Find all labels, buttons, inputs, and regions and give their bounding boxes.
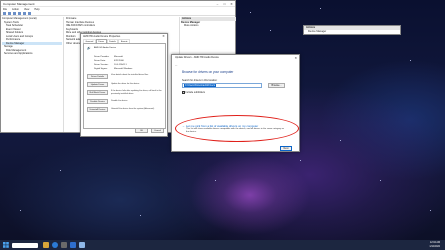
- field-label: Driver Version:: [94, 64, 109, 66]
- button-desc: If the device fails after updating the d…: [111, 90, 162, 95]
- include-subfolders-checkbox[interactable]: ✓ Include subfolders: [182, 91, 205, 94]
- cm-title: Computer Management: [3, 1, 35, 6]
- update-driver-button[interactable]: Update Driver: [87, 82, 108, 87]
- close-icon[interactable]: ✕: [160, 34, 167, 39]
- close-icon[interactable]: ✕: [294, 55, 297, 61]
- mini-item-device-manager[interactable]: Device Manager: [304, 30, 400, 34]
- menu-action[interactable]: Action: [12, 8, 19, 11]
- speaker-icon: 🔊: [87, 46, 91, 50]
- driver-tab-panel: 🔊 AMD HD Audio Device Driver Provider: M…: [83, 43, 166, 129]
- driver-path-value: C:\Users\Downloads\Drivers: [184, 84, 217, 87]
- button-desc: Disable the device.: [111, 100, 128, 102]
- ok-button[interactable]: OK: [135, 128, 148, 133]
- checkbox-checked-icon: ✓: [182, 91, 185, 95]
- properties-icon[interactable]: [18, 11, 21, 15]
- computer-management-taskbar-icon[interactable]: [79, 242, 85, 248]
- menu-file[interactable]: File: [3, 8, 7, 11]
- disable-device-button[interactable]: Disable Device: [87, 99, 108, 104]
- uninstall-device-button[interactable]: Uninstall Device: [87, 107, 108, 112]
- next-button[interactable]: Next: [280, 146, 292, 151]
- device-manager-actions-window: Actions Device Manager: [303, 25, 401, 35]
- button-desc: Update the driver for this device.: [111, 83, 140, 85]
- maximize-button[interactable]: □: [221, 1, 228, 7]
- field-label: Driver Provider:: [94, 56, 110, 58]
- up-icon[interactable]: [13, 11, 16, 15]
- start-icon[interactable]: [3, 242, 9, 248]
- device-properties-dialog: AMD HD Audio Device Properties ✕ General…: [80, 33, 168, 137]
- cancel-button[interactable]: Cancel: [151, 128, 164, 133]
- cm-toolbar: [1, 11, 235, 16]
- browse-button[interactable]: Browse...: [268, 83, 285, 88]
- actions-more[interactable]: More Actions: [181, 24, 236, 28]
- driver-details-button[interactable]: Driver Details: [87, 74, 108, 79]
- close-button[interactable]: ✕: [228, 1, 235, 7]
- system-clock[interactable]: 12:04 AM 1/12/2022: [412, 241, 440, 248]
- help-icon[interactable]: [23, 11, 26, 15]
- menu-view[interactable]: View: [24, 8, 29, 11]
- field-value: 6/21/2006: [114, 60, 124, 62]
- refresh-icon[interactable]: [28, 11, 31, 15]
- search-location-label: Search for drivers in this location:: [182, 79, 218, 82]
- dialog-heading: Browse for drivers on your computer: [182, 70, 234, 74]
- minimize-button[interactable]: –: [214, 1, 221, 7]
- cm-tree: Computer Management (Local) System Tools…: [2, 17, 62, 132]
- tree-item[interactable]: Services and Applications: [2, 52, 62, 56]
- field-value: 10.0.19041.1: [114, 64, 127, 66]
- field-label: Digital Signer:: [94, 68, 108, 70]
- include-subfolders-label: Include subfolders: [185, 91, 205, 94]
- field-label: Driver Date:: [94, 60, 106, 62]
- button-desc: View details about the installed driver …: [111, 74, 149, 76]
- forward-icon[interactable]: [8, 11, 11, 15]
- arrow-right-icon: →: [182, 124, 185, 128]
- update-title: Update Drivers - AMD HD Audio Device: [175, 56, 219, 59]
- pick-from-list-description: This list will show available drivers co…: [186, 128, 285, 133]
- roll-back-driver-button[interactable]: Roll Back Driver: [87, 90, 108, 95]
- file-explorer-icon[interactable]: [43, 242, 49, 248]
- field-value: Microsoft Windows: [114, 68, 133, 70]
- menu-help[interactable]: Help: [34, 8, 39, 11]
- device-name: AMD HD Audio Device: [94, 47, 117, 49]
- field-value: Microsoft: [114, 56, 123, 58]
- clock-date: 1/12/2022: [429, 244, 440, 248]
- back-icon[interactable]: [3, 11, 6, 15]
- search-box[interactable]: [12, 242, 38, 248]
- update-drivers-dialog: Update Drivers - AMD HD Audio Device ✕ ←…: [171, 54, 300, 152]
- button-desc: Uninstall the device from the system (Ad…: [111, 108, 155, 110]
- driver-path-input[interactable]: C:\Users\Downloads\Drivers: [182, 83, 262, 88]
- back-arrow-icon[interactable]: ←: [175, 63, 178, 67]
- mail-icon[interactable]: [70, 242, 76, 248]
- store-icon[interactable]: [61, 242, 67, 248]
- edge-icon[interactable]: [52, 242, 58, 248]
